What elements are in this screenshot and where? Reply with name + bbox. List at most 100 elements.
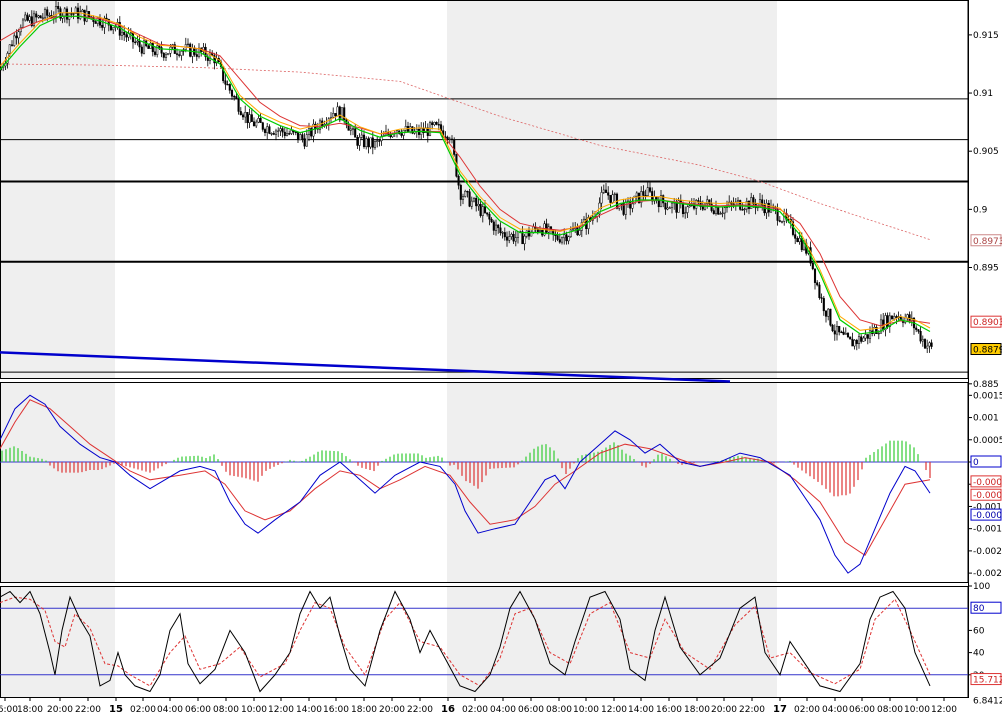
candle-body xyxy=(371,137,374,148)
candle-body xyxy=(24,14,27,21)
day-shade-1-stoch xyxy=(447,586,777,697)
candle-body xyxy=(611,194,614,203)
candle-body xyxy=(494,224,498,231)
candle-body xyxy=(21,19,25,28)
price-price-label-1: 0.8903 xyxy=(973,318,1002,328)
candle-body xyxy=(261,122,264,130)
candle-body xyxy=(827,308,830,317)
time-tick-label-3: 22:00 xyxy=(75,705,101,715)
time-tick-label-30: 04:00 xyxy=(822,705,848,715)
candle-body xyxy=(354,128,357,138)
candle-body xyxy=(35,13,38,18)
candle-body xyxy=(8,44,11,54)
candle-body xyxy=(252,121,256,127)
candle-body xyxy=(719,213,722,215)
time-tick-label-19: 06:00 xyxy=(518,705,544,715)
price-price-label-0: 0.8973 xyxy=(973,237,1002,247)
candle-body xyxy=(556,235,559,240)
candle-body xyxy=(435,122,438,125)
candle-body xyxy=(928,342,931,347)
time-tick-label-1: 18:00 xyxy=(17,705,43,715)
candle-body xyxy=(855,339,858,344)
candle-body xyxy=(360,134,363,138)
candle-body xyxy=(778,220,781,222)
time-tick-label-25: 18:00 xyxy=(684,705,710,715)
candle-body xyxy=(461,196,465,200)
candle-body xyxy=(780,221,784,223)
price-price-label-2: 0.88795 xyxy=(973,346,1002,356)
candle-body xyxy=(70,13,73,15)
candle-body xyxy=(743,208,746,211)
time-tick-label-6: 04:00 xyxy=(157,705,183,715)
candle-body xyxy=(479,204,482,216)
candle-body xyxy=(290,130,293,134)
trading-chart[interactable]: 16:0018:0020:0022:001502:0004:0006:0008:… xyxy=(0,0,1002,717)
time-tick-label-17: 02:00 xyxy=(462,705,488,715)
candle-body xyxy=(917,329,920,332)
candle-body xyxy=(576,227,579,236)
candle-body xyxy=(919,331,922,342)
candle-body xyxy=(497,224,500,229)
candle-body xyxy=(486,212,489,215)
day-shade-0-price xyxy=(0,0,115,378)
candle-body xyxy=(437,124,440,126)
candle-body xyxy=(545,223,548,233)
candle-body xyxy=(362,134,366,147)
candle-body xyxy=(464,190,467,197)
stoch-price-label-0: 80 xyxy=(973,604,985,614)
candle-body xyxy=(468,191,471,207)
day-shade-0-stoch xyxy=(0,586,115,697)
candle-body xyxy=(664,202,667,210)
candle-body xyxy=(624,201,627,215)
candle-body xyxy=(266,126,269,133)
time-tick-label-34: 12:00 xyxy=(931,705,957,715)
candle-body xyxy=(365,138,368,147)
candle-body xyxy=(563,234,566,239)
candle-body xyxy=(741,209,744,211)
candle-body xyxy=(301,134,304,139)
candle-body xyxy=(17,31,20,39)
candle-body xyxy=(877,332,880,335)
candle-body xyxy=(428,122,432,136)
candle-body xyxy=(224,80,227,85)
candle-body xyxy=(244,112,247,118)
candle-body xyxy=(268,126,271,134)
candle-body xyxy=(686,206,689,213)
macd-price-label-3: -0.0007 xyxy=(973,511,1002,521)
candle-body xyxy=(285,133,289,136)
time-tick-label-12: 16:00 xyxy=(323,705,349,715)
candle-body xyxy=(631,203,634,209)
candle-body xyxy=(136,40,139,43)
candle-body xyxy=(239,111,242,116)
candle-body xyxy=(195,54,198,57)
time-tick-label-27: 22:00 xyxy=(739,705,765,715)
candle-body xyxy=(481,206,484,216)
candle-body xyxy=(367,138,370,148)
price-ytick-label-2: 0.905 xyxy=(973,147,999,157)
candle-body xyxy=(235,96,238,100)
candle-body xyxy=(457,175,460,186)
candle-body xyxy=(717,207,720,215)
candle-body xyxy=(895,316,898,319)
candle-body xyxy=(81,9,84,13)
candle-body xyxy=(842,331,845,335)
candle-body xyxy=(490,218,493,223)
candle-body xyxy=(851,338,854,347)
candle-body xyxy=(499,227,502,233)
candle-body xyxy=(65,8,69,20)
candle-body xyxy=(600,192,603,204)
candle-body xyxy=(926,345,929,349)
candle-body xyxy=(670,202,674,209)
time-tick-label-9: 10:00 xyxy=(241,705,267,715)
candle-body xyxy=(866,334,869,339)
candle-body xyxy=(369,137,372,148)
candle-body xyxy=(83,9,86,22)
candle-body xyxy=(307,128,311,135)
candle-body xyxy=(448,138,451,141)
candle-body xyxy=(796,238,799,243)
candle-body xyxy=(153,51,157,55)
candle-body xyxy=(829,308,832,326)
candle-body xyxy=(921,339,924,342)
candle-body xyxy=(259,118,262,123)
candle-body xyxy=(607,192,610,196)
